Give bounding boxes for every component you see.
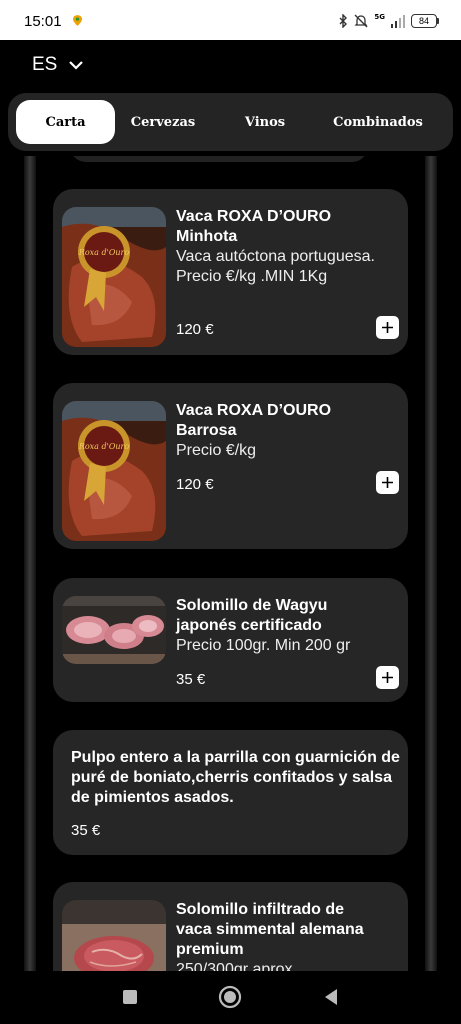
menu-list[interactable]: Roxa d'Ouro Vaca ROXA D’OURO Minhota Vac… [0,156,461,971]
system-nav-bar [0,971,461,1024]
battery-indicator: 84 [411,14,439,28]
item-description: 250/300gr aprox. [176,961,297,971]
menu-item-card[interactable]: Roxa d'Ouro Vaca ROXA D’OURO Minhota Vac… [53,189,408,355]
status-time: 15:01 [24,13,62,30]
item-price: 35 € [71,822,101,839]
item-price: 120 € [176,476,214,493]
item-image: Roxa d'Ouro [62,207,166,347]
plus-icon [382,322,393,333]
item-image [62,596,166,664]
item-description: Precio €/kg [176,442,257,459]
home-circle-icon [218,985,242,1009]
back-button[interactable] [319,985,343,1009]
item-image [62,900,166,971]
menu-item-card[interactable]: Roxa d'Ouro Vaca ROXA D’OURO Barrosa Pre… [53,383,408,549]
home-button[interactable] [218,985,242,1009]
item-price: 120 € [176,321,214,338]
previous-card-edge [70,156,368,162]
add-item-button[interactable] [376,316,399,339]
plus-icon [382,672,393,683]
item-price: 35 € [176,671,206,688]
item-title: Vaca ROXA D’OURO Barrosa [176,402,332,439]
item-description: Vaca autóctona portuguesa. Precio €/kg .… [176,248,375,285]
signal-icon [391,14,405,28]
bluetooth-icon [339,14,348,28]
category-tabs: Carta Cervezas Vinos Combinados [8,93,453,151]
menu-item-card[interactable]: Pulpo entero a la parrilla con guarnició… [53,730,408,855]
muted-bell-icon [354,14,368,28]
item-title: Vaca ROXA D’OURO Minhota [176,208,332,245]
network-type: 5G [374,13,385,21]
status-bar: 15:01 5G 84 [0,0,461,40]
tab-carta[interactable]: Carta [16,100,115,144]
item-image: Roxa d'Ouro [62,401,166,541]
language-selector[interactable]: ES [32,54,84,76]
right-edge-decor [425,156,437,971]
status-icons: 5G 84 [339,12,439,30]
chevron-down-icon [69,60,84,70]
battery-level: 84 [411,14,437,28]
image-badge-text: Roxa d'Ouro [78,442,130,451]
item-description: Precio 100gr. Min 200 gr [176,637,351,654]
item-title: Solomillo infiltrado de vaca simmental a… [176,901,364,958]
tab-vinos[interactable]: Vinos [230,100,300,144]
add-item-button[interactable] [376,471,399,494]
image-badge-text: Roxa d'Ouro [78,248,130,257]
tab-cervezas[interactable]: Cervezas [122,100,204,144]
language-label: ES [32,54,58,75]
item-title: Pulpo entero a la parrilla con guarnició… [71,749,400,806]
recents-button[interactable] [118,985,142,1009]
plus-icon [382,477,393,488]
item-title: Solomillo de Wagyu japonés certificado [176,597,328,634]
left-edge-decor [24,156,36,971]
tab-combinados[interactable]: Combinados [328,100,428,144]
add-item-button[interactable] [376,666,399,689]
location-icon [73,15,82,26]
menu-item-card[interactable]: Solomillo de Wagyu japonés certificado P… [53,578,408,702]
back-triangle-icon [325,989,337,1005]
menu-item-card[interactable]: Solomillo infiltrado de vaca simmental a… [53,882,408,971]
square-icon [123,990,137,1004]
